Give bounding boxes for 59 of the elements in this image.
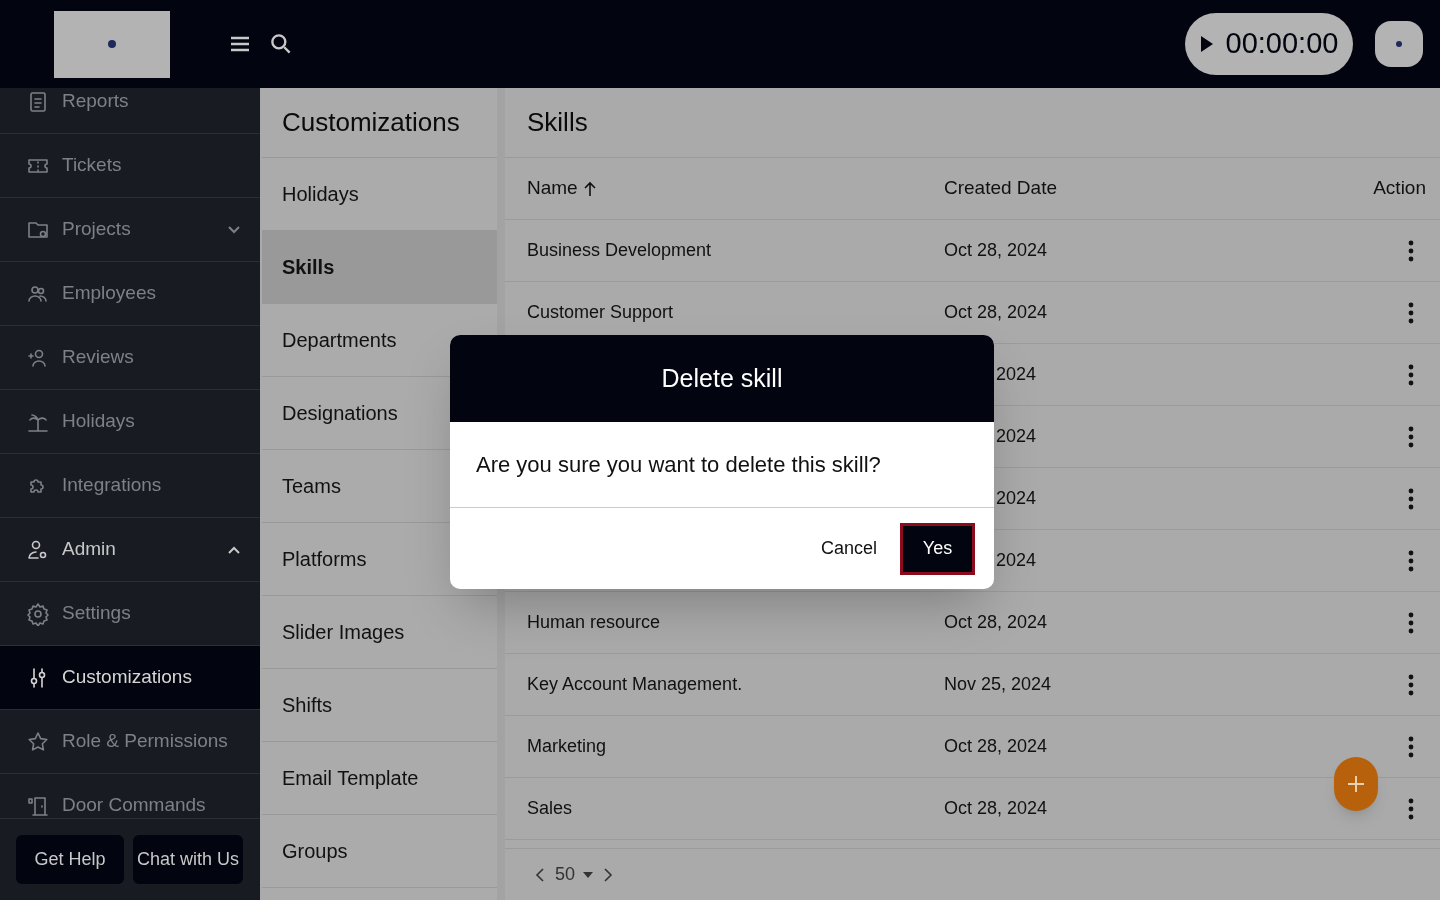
table-cell: Oct 28, 2024 — [944, 612, 1048, 632]
add-button[interactable] — [1334, 757, 1378, 811]
table-cell: 2024 — [996, 550, 1037, 570]
more-options-icon[interactable] — [1408, 425, 1414, 448]
table-cell: Oct 28, 2024 — [944, 240, 1048, 260]
help-button[interactable]: Get Help — [16, 835, 124, 884]
table-cell: Business Development — [527, 240, 712, 260]
table-cell: 2024 — [996, 488, 1037, 508]
previous-page-icon[interactable] — [535, 866, 545, 883]
dialog-title: Delete skill — [450, 335, 994, 422]
column-header: Action — [1373, 176, 1426, 201]
sidebar-item[interactable]: Role & Permissions — [0, 710, 260, 774]
page-size-select[interactable]: 50 — [555, 861, 594, 888]
sidebar-item[interactable]: Holidays — [0, 390, 260, 454]
caret-icon — [583, 871, 594, 878]
table-cell: Human resource — [527, 612, 661, 632]
next-page-icon[interactable] — [603, 866, 614, 883]
table-cell: 2024 — [996, 426, 1037, 446]
play-icon — [1199, 35, 1214, 53]
sidebar-item[interactable]: Reports — [0, 88, 260, 134]
sidebar-item[interactable]: Reviews — [0, 326, 260, 390]
gear-icon — [26, 601, 50, 626]
table-cell: Key Account Management. — [527, 674, 743, 694]
cancel-button[interactable]: Cancel — [816, 522, 881, 575]
dialog-message: Are you sure you want to delete this skill? — [450, 422, 994, 508]
help-button[interactable]: Chat with Us — [133, 835, 243, 884]
column-header[interactable]: Created Date — [944, 177, 1057, 199]
more-options-icon[interactable] — [1408, 487, 1414, 510]
confirm-button[interactable]: Yes — [900, 522, 975, 575]
table-cell: Oct 28, 2024 — [944, 736, 1048, 756]
menu-item[interactable]: Skills — [262, 231, 497, 304]
sidebar-item[interactable]: Employees — [0, 262, 260, 326]
more-options-icon[interactable] — [1408, 611, 1414, 634]
more-options-icon[interactable] — [1408, 363, 1414, 386]
column-header[interactable]: Name — [527, 174, 578, 203]
plus-icon — [1347, 775, 1365, 793]
more-options-icon[interactable] — [1408, 797, 1414, 820]
more-options-icon[interactable] — [1408, 549, 1414, 572]
sidebar-item[interactable]: Customizations — [0, 646, 260, 710]
more-options-icon[interactable] — [1408, 239, 1414, 262]
table-cell: Oct 28, 2024 — [944, 302, 1048, 322]
table-cell: Nov 25, 2024 — [944, 674, 1052, 694]
more-options-icon[interactable] — [1408, 301, 1414, 324]
table-cell: Oct 28, 2024 — [944, 798, 1048, 818]
sort-arrow-icon — [583, 180, 596, 197]
sidebar-item[interactable]: Integrations — [0, 454, 260, 518]
table-cell: 2024 — [996, 364, 1037, 384]
avatar[interactable] — [1375, 21, 1423, 67]
timer-button[interactable]: 00:00:00 — [1185, 13, 1353, 75]
table-cell: Sales — [527, 798, 573, 818]
table-cell: Customer Support — [527, 302, 674, 322]
sidebar-item[interactable]: Admin — [0, 518, 260, 582]
sidebar-item[interactable]: Projects — [0, 198, 260, 262]
page-title: Skills — [505, 88, 1440, 158]
more-options-icon[interactable] — [1408, 673, 1414, 696]
more-options-icon[interactable] — [1408, 735, 1414, 758]
star-icon — [26, 729, 50, 754]
table-cell: Marketing — [527, 736, 607, 756]
sidebar-item[interactable]: Tickets — [0, 134, 260, 198]
